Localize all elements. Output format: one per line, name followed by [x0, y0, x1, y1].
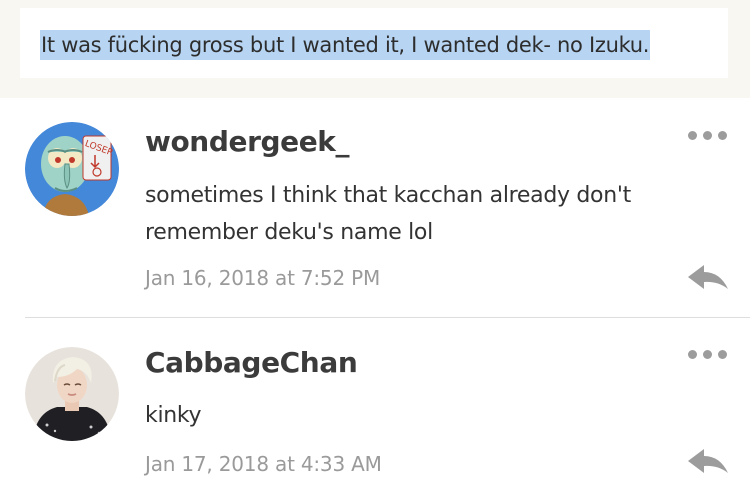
- comment-item: CabbageChan kinky Jan 17, 2018 at 4:33 A…: [0, 319, 750, 500]
- quoted-text-box: It was fücking gross but I wanted it, I …: [20, 8, 728, 78]
- comment-divider: [25, 317, 750, 318]
- dot: [718, 349, 727, 359]
- comments-page: It was fücking gross but I wanted it, I …: [0, 0, 750, 500]
- reply-icon[interactable]: [686, 445, 730, 477]
- dot: [718, 130, 727, 140]
- dot: [703, 349, 712, 359]
- avatar[interactable]: LOSER: [25, 122, 119, 216]
- highlighted-quote[interactable]: It was fücking gross but I wanted it, I …: [40, 30, 651, 60]
- comment-body: kinky: [145, 403, 202, 428]
- comment-item: LOSER wondergeek_ sometimes I think that…: [0, 98, 750, 319]
- comment-username[interactable]: CabbageChan: [145, 346, 358, 379]
- dot: [703, 130, 712, 140]
- dot: [688, 130, 697, 140]
- cartoon-character-avatar-icon: LOSER: [25, 122, 119, 216]
- comment-timestamp: Jan 17, 2018 at 4:33 AM: [145, 452, 382, 476]
- comment-list: LOSER wondergeek_ sometimes I think that…: [0, 98, 750, 500]
- avatar[interactable]: [25, 347, 119, 441]
- comment-body: sometimes I think that kacchan already d…: [145, 183, 631, 245]
- reply-arrow-graphic: [688, 449, 728, 473]
- reply-arrow-graphic: [688, 265, 728, 289]
- more-options-icon[interactable]: [688, 347, 728, 361]
- comment-timestamp: Jan 16, 2018 at 7:52 PM: [145, 266, 381, 290]
- comment-username[interactable]: wondergeek_: [145, 125, 350, 158]
- more-options-icon[interactable]: [688, 128, 728, 142]
- dot: [688, 349, 697, 359]
- reply-icon[interactable]: [686, 261, 730, 293]
- person-photo-avatar-icon: [25, 347, 119, 441]
